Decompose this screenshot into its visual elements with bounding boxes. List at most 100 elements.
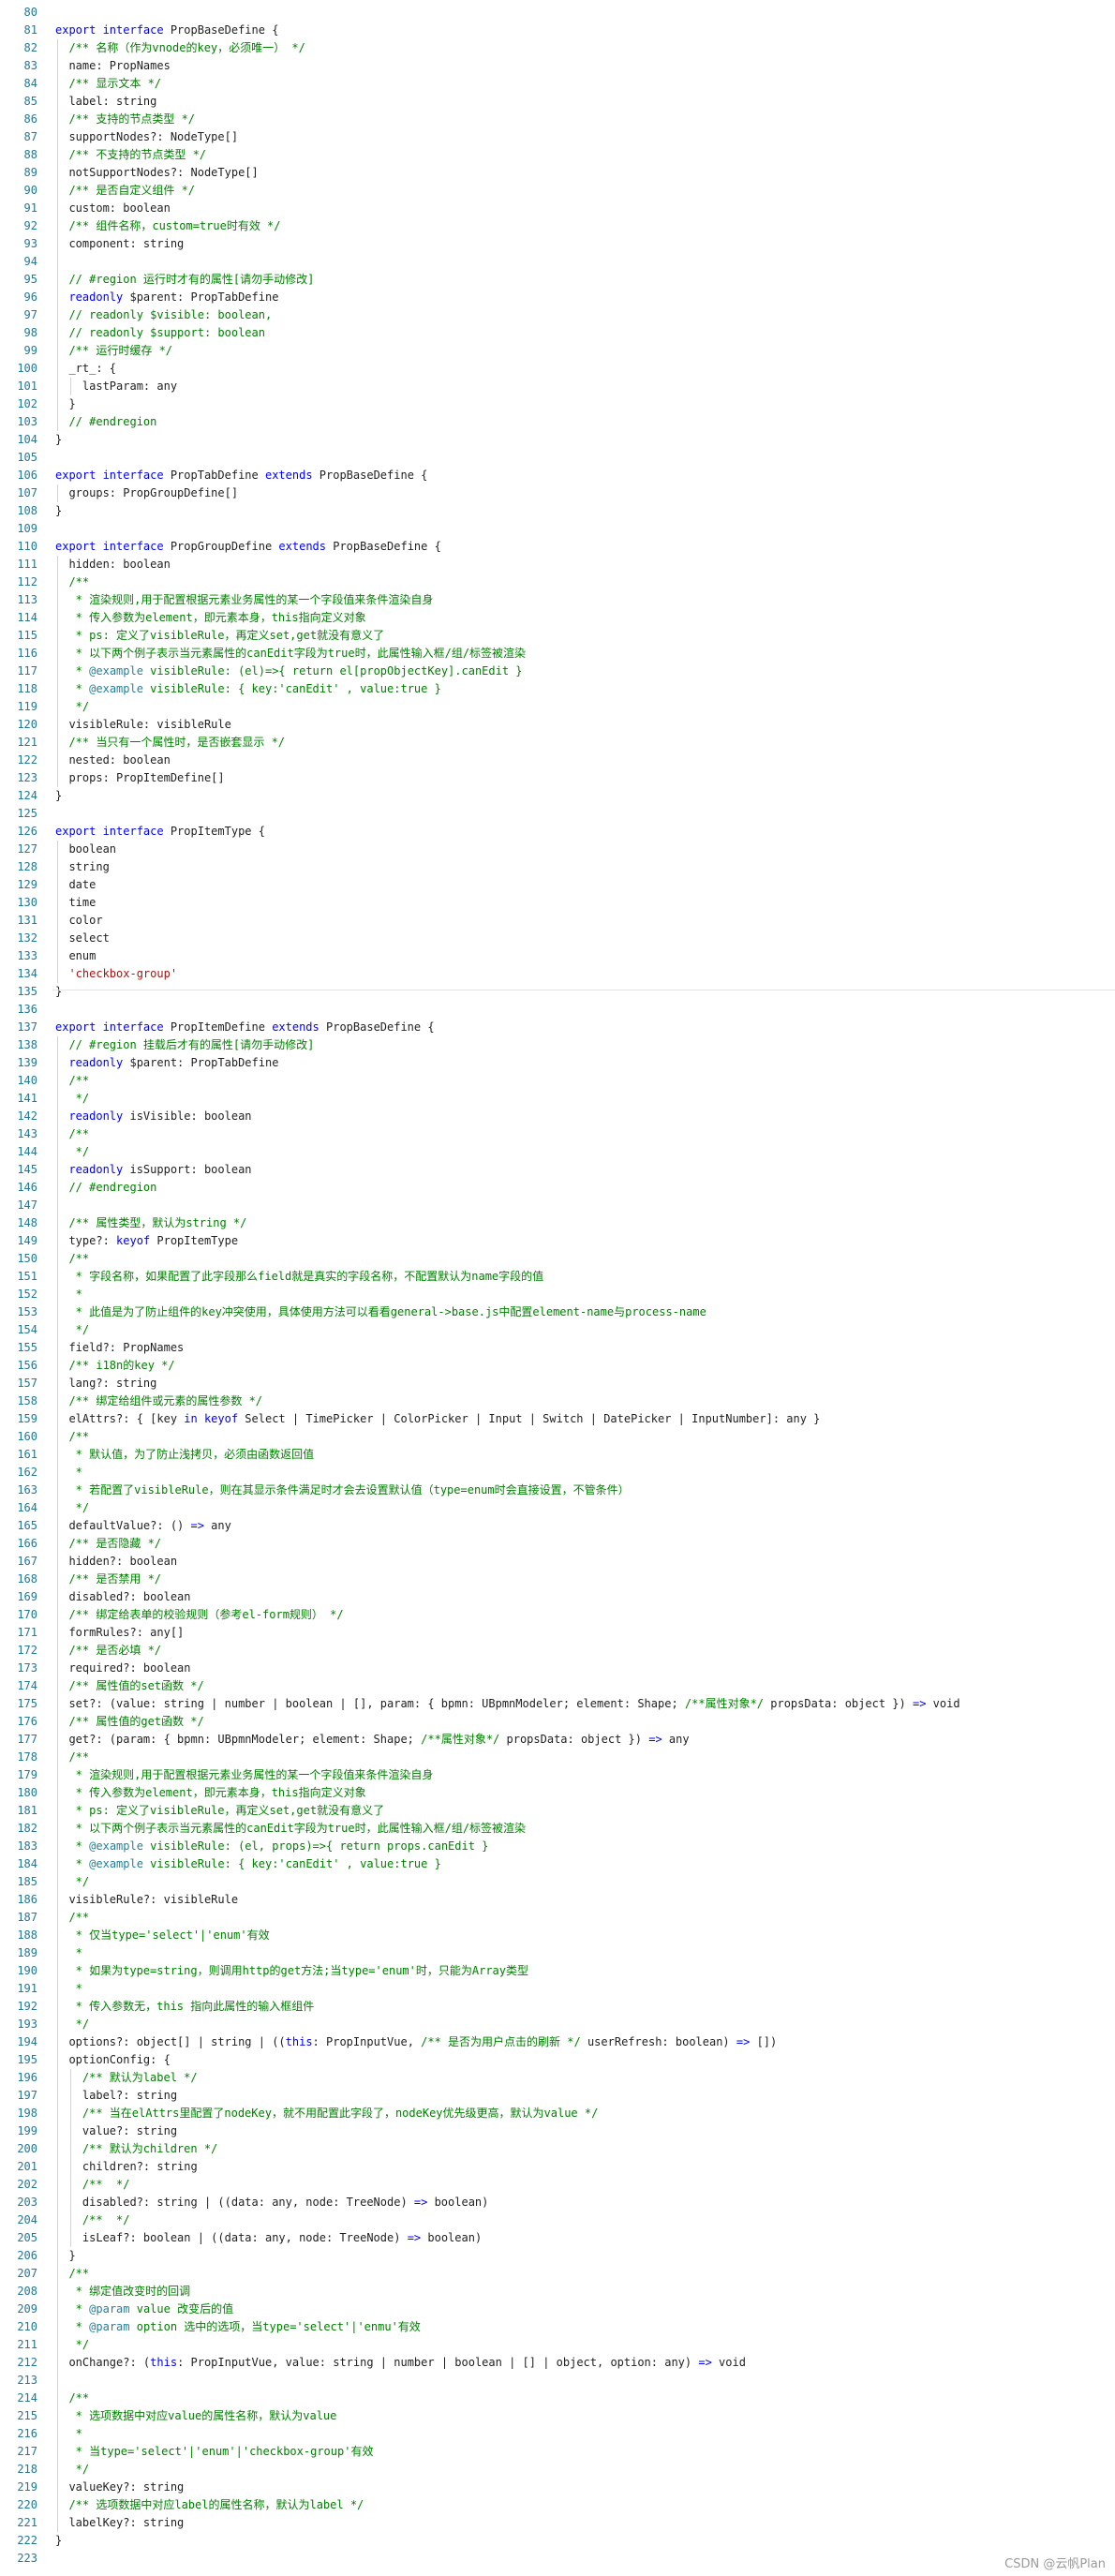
code-line[interactable]: 164 */: [0, 1499, 1115, 1517]
code-line[interactable]: 201 children?: string: [0, 2158, 1115, 2176]
code-line[interactable]: 141 */: [0, 1090, 1115, 1108]
code-line[interactable]: 156 /** i18n的key */: [0, 1357, 1115, 1375]
code-line[interactable]: 114 * 传入参数为element，即元素本身，this指向定义对象: [0, 609, 1115, 627]
code-line[interactable]: 220 /** 选项数据中对应label的属性名称，默认为label */: [0, 2496, 1115, 2514]
code-line[interactable]: 187 /**: [0, 1909, 1115, 1927]
code-line[interactable]: 193 */: [0, 2016, 1115, 2033]
code-line[interactable]: 219 valueKey?: string: [0, 2479, 1115, 2496]
code-line[interactable]: 155 field?: PropNames: [0, 1339, 1115, 1357]
code-line[interactable]: 89 notSupportNodes?: NodeType[]: [0, 164, 1115, 182]
code-line[interactable]: 93 component: string: [0, 235, 1115, 253]
code-line[interactable]: 198 /** 当在elAttrs里配置了nodeKey，就不用配置此字段了，n…: [0, 2105, 1115, 2122]
code-line[interactable]: 105: [0, 449, 1115, 467]
code-line[interactable]: 103 // #endregion: [0, 413, 1115, 431]
code-line[interactable]: 158 /** 绑定给组件或元素的属性参数 */: [0, 1392, 1115, 1410]
code-editor[interactable]: 80 81 export interface PropBaseDefine {82 …: [0, 0, 1115, 2565]
code-line[interactable]: 127 boolean: [0, 841, 1115, 858]
code-line[interactable]: 205 isLeaf?: boolean | ((data: any, node…: [0, 2229, 1115, 2247]
code-line[interactable]: 98 // readonly $support: boolean: [0, 324, 1115, 342]
code-line[interactable]: 207 /**: [0, 2265, 1115, 2283]
code-line[interactable]: 170 /** 绑定给表单的校验规则（参考el-form规则） */: [0, 1606, 1115, 1624]
code-line[interactable]: 139 readonly $parent: PropTabDefine: [0, 1054, 1115, 1072]
code-line[interactable]: 217 * 当type='select'|'enum'|'checkbox-gr…: [0, 2443, 1115, 2461]
code-line[interactable]: 152 *: [0, 1286, 1115, 1303]
code-line[interactable]: 188 * 仅当type='select'|'enum'有效: [0, 1927, 1115, 1944]
code-line[interactable]: 203 disabled?: string | ((data: any, nod…: [0, 2194, 1115, 2211]
code-line[interactable]: 132 select: [0, 930, 1115, 947]
code-line[interactable]: 197 label?: string: [0, 2087, 1115, 2105]
code-line[interactable]: 106 export interface PropTabDefine extend…: [0, 467, 1115, 484]
code-line[interactable]: 101 lastParam: any: [0, 378, 1115, 395]
code-line[interactable]: 81 export interface PropBaseDefine {: [0, 22, 1115, 39]
code-line[interactable]: 151 * 字段名称，如果配置了此字段那么field就是真实的字段名称，不配置默…: [0, 1268, 1115, 1286]
code-line[interactable]: 180 * 传入参数为element，即元素本身，this指向定义对象: [0, 1784, 1115, 1802]
code-line[interactable]: 143 /**: [0, 1125, 1115, 1143]
code-line[interactable]: 135}: [0, 983, 1115, 1001]
code-line[interactable]: 116 * 以下两个例子表示当元素属性的canEdit字段为true时，此属性输…: [0, 645, 1115, 663]
code-line[interactable]: 157 lang?: string: [0, 1375, 1115, 1392]
code-line[interactable]: 216 *: [0, 2425, 1115, 2443]
code-line[interactable]: 200 /** 默认为children */: [0, 2140, 1115, 2158]
code-line[interactable]: 96 readonly $parent: PropTabDefine: [0, 289, 1115, 306]
code-line[interactable]: 80: [0, 4, 1115, 22]
code-line[interactable]: 138 // #region 挂载后才有的属性[请勿手动修改]: [0, 1036, 1115, 1054]
code-line[interactable]: 129 date: [0, 876, 1115, 894]
code-line[interactable]: 175 set?: (value: string | number | bool…: [0, 1695, 1115, 1713]
code-line[interactable]: 95 // #region 运行时才有的属性[请勿手动修改]: [0, 271, 1115, 289]
code-line[interactable]: 136: [0, 1001, 1115, 1019]
code-line[interactable]: 134 'checkbox-group': [0, 965, 1115, 983]
code-line[interactable]: 130 time: [0, 894, 1115, 912]
code-line[interactable]: 163 * 若配置了visibleRule，则在其显示条件满足时才会去设置默认值…: [0, 1482, 1115, 1499]
code-line[interactable]: 167 hidden?: boolean: [0, 1553, 1115, 1571]
code-line[interactable]: 115 * ps: 定义了visibleRule，再定义set,get就没有意义…: [0, 627, 1115, 645]
code-line[interactable]: 176 /** 属性值的get函数 */: [0, 1713, 1115, 1731]
code-line[interactable]: 99 /** 运行时缓存 */: [0, 342, 1115, 360]
code-line[interactable]: 149 type?: keyof PropItemType: [0, 1232, 1115, 1250]
code-line[interactable]: 166 /** 是否隐藏 */: [0, 1535, 1115, 1553]
code-line[interactable]: 107 groups: PropGroupDefine[]: [0, 484, 1115, 502]
code-line[interactable]: 165 defaultValue?: () => any: [0, 1517, 1115, 1535]
code-line[interactable]: 111 hidden: boolean: [0, 556, 1115, 573]
code-line[interactable]: 131 color: [0, 912, 1115, 930]
code-line[interactable]: 154 */: [0, 1321, 1115, 1339]
code-line[interactable]: 86 /** 支持的节点类型 */: [0, 111, 1115, 128]
code-line[interactable]: 206 }: [0, 2247, 1115, 2265]
code-line[interactable]: 184 * @example visibleRule: { key:'canEd…: [0, 1855, 1115, 1873]
code-line[interactable]: 171 formRules?: any[]: [0, 1624, 1115, 1642]
code-line[interactable]: 119 */: [0, 698, 1115, 716]
code-line[interactable]: 202 /** */: [0, 2176, 1115, 2194]
code-line[interactable]: 208 * 绑定值改变时的回调: [0, 2283, 1115, 2301]
code-line[interactable]: 179 * 渲染规则,用于配置根据元素业务属性的某一个字段值来条件渲染自身: [0, 1766, 1115, 1784]
code-line[interactable]: 213: [0, 2372, 1115, 2390]
code-line[interactable]: 181 * ps: 定义了visibleRule，再定义set,get就没有意义…: [0, 1802, 1115, 1820]
code-line[interactable]: 215 * 选项数据中对应value的属性名称，默认为value: [0, 2407, 1115, 2425]
code-line[interactable]: 153 * 此值是为了防止组件的key冲突使用，具体使用方法可以看看genera…: [0, 1303, 1115, 1321]
code-line[interactable]: 172 /** 是否必填 */: [0, 1642, 1115, 1660]
code-line[interactable]: 122 nested: boolean: [0, 752, 1115, 769]
code-line[interactable]: 159 elAttrs?: { [key in keyof Select | T…: [0, 1410, 1115, 1428]
code-line[interactable]: 146 // #endregion: [0, 1179, 1115, 1197]
code-line[interactable]: 168 /** 是否禁用 */: [0, 1571, 1115, 1588]
code-line[interactable]: 214 /**: [0, 2390, 1115, 2407]
code-line[interactable]: 185 */: [0, 1873, 1115, 1891]
code-line[interactable]: 102 }: [0, 395, 1115, 413]
code-line[interactable]: 210 * @param option 选中的选项，当type='select'…: [0, 2318, 1115, 2336]
code-line[interactable]: 110 export interface PropGroupDefine exte…: [0, 538, 1115, 556]
code-line[interactable]: 108}: [0, 502, 1115, 520]
code-line[interactable]: 218 */: [0, 2461, 1115, 2479]
code-line[interactable]: 177 get?: (param: { bpmn: UBpmnModeler; …: [0, 1731, 1115, 1749]
code-line[interactable]: 144 */: [0, 1143, 1115, 1161]
code-line[interactable]: 222}: [0, 2532, 1115, 2550]
code-line[interactable]: 190 * 如果为type=string，则调用http的get方法;当type…: [0, 1962, 1115, 1980]
code-line[interactable]: 85 label: string: [0, 93, 1115, 111]
code-line[interactable]: 148 /** 属性类型，默认为string */: [0, 1214, 1115, 1232]
code-line[interactable]: 161 * 默认值，为了防止浅拷贝，必须由函数返回值: [0, 1446, 1115, 1464]
code-line[interactable]: 109: [0, 520, 1115, 538]
code-line[interactable]: 112 /**: [0, 573, 1115, 591]
code-line[interactable]: 140 /**: [0, 1072, 1115, 1090]
code-line[interactable]: 123 props: PropItemDefine[]: [0, 769, 1115, 787]
code-line[interactable]: 137 export interface PropItemDefine exten…: [0, 1019, 1115, 1036]
code-line[interactable]: 133 enum: [0, 947, 1115, 965]
code-line[interactable]: 87 supportNodes?: NodeType[]: [0, 128, 1115, 146]
code-line[interactable]: 120 visibleRule: visibleRule: [0, 716, 1115, 734]
